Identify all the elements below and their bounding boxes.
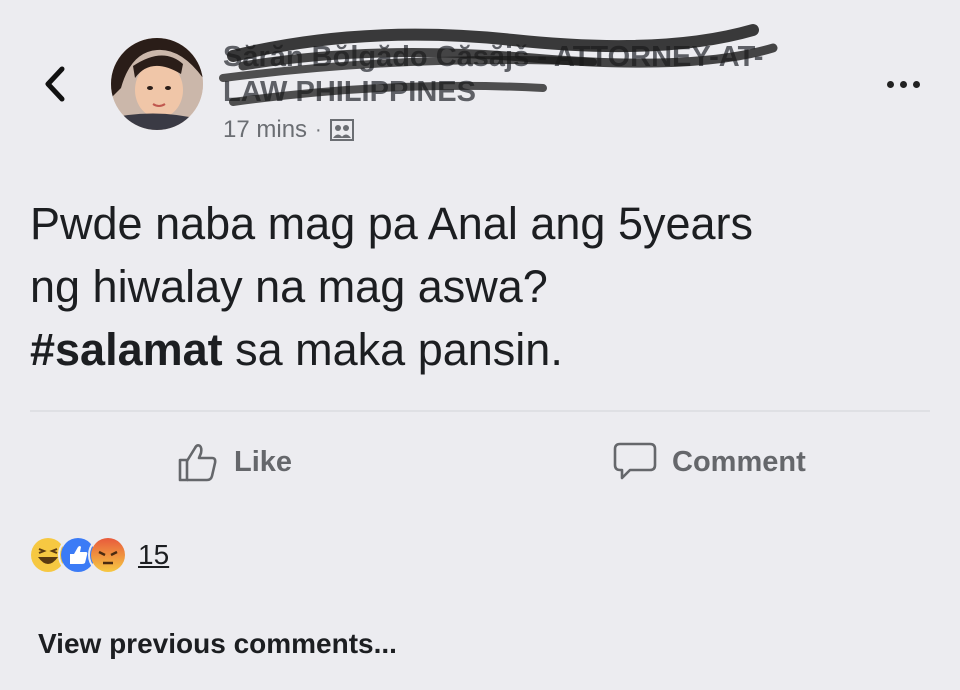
avatar-image (111, 38, 203, 130)
divider (30, 410, 930, 412)
post-line: #salamat sa maka pansin. (30, 318, 930, 381)
comment-bubble-icon (613, 442, 657, 480)
post-line: Pwde naba mag pa Anal ang 5years (30, 198, 754, 249)
view-previous-comments-link[interactable]: View previous comments... (38, 628, 397, 660)
reaction-count[interactable]: 15 (138, 539, 169, 571)
more-dot-icon (886, 80, 894, 88)
thumbs-up-icon (178, 444, 217, 482)
post-line-rest: sa maka pansin. (222, 324, 563, 375)
group-icon (329, 119, 354, 141)
post-header: Sărăn Bŏlgădo Căsăjš - ATTORNEY-AT-LAW P… (219, 24, 823, 144)
comment-label: Comment (672, 445, 806, 478)
more-dot-icon (899, 80, 907, 88)
more-options-button[interactable] (878, 74, 928, 94)
like-label: Like (234, 445, 293, 478)
like-button[interactable]: Like (176, 436, 292, 488)
chevron-left-icon (45, 66, 65, 102)
timestamp[interactable]: 17 mins (223, 116, 307, 144)
angry-reaction-icon (88, 535, 128, 575)
avatar[interactable] (111, 38, 203, 130)
more-dot-icon (912, 80, 920, 88)
post-line: ng hiwalay na mag aswa? (30, 261, 548, 312)
author-name[interactable]: Sărăn Bŏlgădo Căsăjš - ATTORNEY-AT-LAW P… (219, 24, 783, 110)
post-body: Pwde naba mag pa Anal ang 5years ng hiwa… (30, 192, 930, 381)
back-button[interactable] (38, 62, 70, 106)
hashtag-link[interactable]: #salamat (30, 324, 223, 375)
reactions-summary[interactable]: 15 (28, 535, 169, 575)
comment-button[interactable]: Comment (612, 436, 806, 488)
post-meta: 17 mins · (223, 116, 823, 144)
meta-separator: · (315, 118, 322, 141)
